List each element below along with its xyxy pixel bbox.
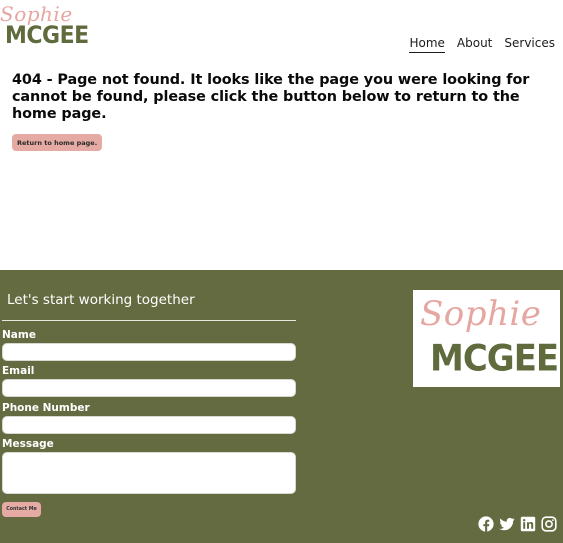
return-home-button[interactable]: Return to home page. bbox=[12, 134, 103, 151]
logo-block-text: MCGEE bbox=[5, 22, 89, 50]
site-logo[interactable]: Sophie MCGEE bbox=[0, 2, 89, 50]
site-header: Sophie MCGEE Home About Services bbox=[0, 0, 563, 60]
main-nav: Home About Services bbox=[409, 36, 555, 53]
nav-home[interactable]: Home bbox=[409, 36, 445, 53]
email-label: Email bbox=[2, 365, 35, 377]
nav-services[interactable]: Services bbox=[504, 36, 555, 53]
phone-label: Phone Number bbox=[2, 402, 90, 414]
linkedin-icon[interactable] bbox=[520, 516, 536, 532]
site-footer: Let's start working together Name Email … bbox=[0, 270, 563, 543]
footer-logo: Sophie MCGEE bbox=[413, 290, 560, 387]
name-field[interactable] bbox=[2, 343, 296, 361]
instagram-icon[interactable] bbox=[541, 516, 557, 532]
footer-title: Let's start working together bbox=[7, 292, 195, 308]
main-content: 404 - Page not found. It looks like the … bbox=[12, 72, 560, 151]
name-label: Name bbox=[2, 329, 36, 341]
message-label: Message bbox=[2, 438, 54, 450]
contact-me-button[interactable]: Contact Me bbox=[2, 502, 41, 517]
email-field[interactable] bbox=[2, 379, 296, 397]
nav-about[interactable]: About bbox=[457, 36, 492, 53]
facebook-icon[interactable] bbox=[478, 516, 494, 532]
phone-field[interactable] bbox=[2, 416, 296, 434]
footer-logo-script-text: Sophie bbox=[420, 294, 542, 334]
social-links bbox=[478, 516, 557, 532]
footer-divider bbox=[2, 320, 296, 321]
message-field[interactable] bbox=[2, 452, 296, 494]
twitter-icon[interactable] bbox=[499, 516, 515, 532]
error-message-heading: 404 - Page not found. It looks like the … bbox=[12, 72, 530, 122]
footer-logo-block-text: MCGEE bbox=[430, 337, 559, 381]
